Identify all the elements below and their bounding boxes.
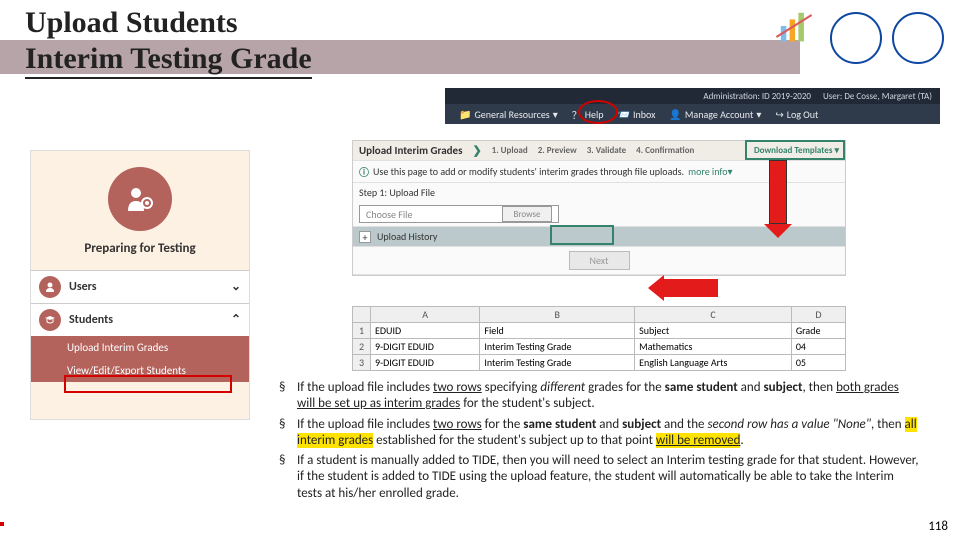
page-number: 118 xyxy=(928,519,948,534)
more-info-link[interactable]: more info xyxy=(688,165,727,178)
app-topbar: Administration: ID 2019-2020 User: De Co… xyxy=(445,88,940,104)
sidebar-sub-upload[interactable]: Upload Interim Grades xyxy=(31,336,249,359)
folder-icon: 📁 xyxy=(459,108,471,121)
step-2: 2. Preview xyxy=(538,145,577,156)
caret-down-icon: ▾ xyxy=(553,108,558,121)
expand-icon: + xyxy=(359,231,371,243)
info-text: Use this page to add or modify students'… xyxy=(373,165,684,178)
step-label: Step 1: Upload File xyxy=(359,186,435,199)
title-line2: Interim Testing Grade xyxy=(25,41,312,79)
seal-right-icon xyxy=(892,12,944,64)
inbox-icon: 📨 xyxy=(618,108,630,121)
students-icon xyxy=(39,309,61,331)
sidebar-students-label: Students xyxy=(69,313,113,327)
arrow-to-next xyxy=(648,275,718,301)
highlight-help xyxy=(578,100,618,124)
bullet-1: If the upload file includes two rows spe… xyxy=(279,380,919,413)
sidebar-users-label: Users xyxy=(69,280,97,294)
chevron-right-icon: ❯ xyxy=(472,144,481,157)
choose-label: Choose File xyxy=(366,208,412,221)
step-4: 4. Confirmation xyxy=(636,145,694,156)
next-row: Next xyxy=(353,247,845,275)
choose-file-input[interactable]: Choose File Browse xyxy=(359,205,559,223)
upload-history-label: Upload History xyxy=(377,230,437,243)
nav-inbox[interactable]: 📨Inbox xyxy=(618,108,656,121)
highlight-download xyxy=(745,140,845,160)
chart-burst-icon xyxy=(772,4,816,48)
arrow-to-download xyxy=(769,160,792,238)
nav-resources[interactable]: 📁General Resources▾ xyxy=(459,108,558,121)
next-button[interactable]: Next xyxy=(569,251,630,270)
bullet-list: If the upload file includes two rows spe… xyxy=(279,380,919,506)
admin-label: Administration: ID 2019-2020 xyxy=(703,91,811,102)
sidebar-item-users[interactable]: Users ⌄ xyxy=(31,270,249,303)
bullet-3: If a student is manually added to TIDE, … xyxy=(279,453,919,502)
title-line1: Upload Students xyxy=(25,5,312,41)
bullet-2: If the upload file includes two rows for… xyxy=(279,417,919,450)
wizard-steps: 1. Upload 2. Preview 3. Validate 4. Conf… xyxy=(492,145,695,156)
chevron-up-icon: ⌃ xyxy=(231,312,241,327)
step-3: 3. Validate xyxy=(587,145,626,156)
step-1: 1. Upload xyxy=(492,145,528,156)
caret-down-icon: ▾ xyxy=(756,108,761,121)
app-nav: 📁General Resources▾ ？Help 📨Inbox 👤Manage… xyxy=(445,104,940,124)
highlight-browse xyxy=(550,225,614,245)
wizard-title: Upload Interim Grades xyxy=(359,144,462,157)
browse-button[interactable]: Browse xyxy=(502,206,552,222)
spreadsheet-example: ABCD 1EDUIDFieldSubjectGrade 29-DIGIT ED… xyxy=(352,306,846,371)
users-icon xyxy=(39,276,61,298)
info-icon: ⓘ xyxy=(359,164,369,179)
nav-logout[interactable]: ↪Log Out xyxy=(775,108,818,121)
nav-manage[interactable]: 👤Manage Account▾ xyxy=(669,108,761,121)
slide-title: Upload Students Interim Testing Grade xyxy=(25,5,312,79)
account-icon: 👤 xyxy=(669,108,681,121)
caret-down-icon: ▾ xyxy=(728,165,733,178)
sidebar-heading: Preparing for Testing xyxy=(31,241,249,256)
seal-left-icon xyxy=(830,12,882,64)
logout-icon: ↪ xyxy=(775,108,783,121)
chevron-down-icon: ⌄ xyxy=(231,279,241,294)
preparing-icon xyxy=(108,167,172,231)
highlight-upload-grades xyxy=(64,375,232,393)
sidebar-item-students[interactable]: Students ⌃ xyxy=(31,303,249,336)
user-label: User: De Cosse, Margaret (TA) xyxy=(823,91,932,102)
